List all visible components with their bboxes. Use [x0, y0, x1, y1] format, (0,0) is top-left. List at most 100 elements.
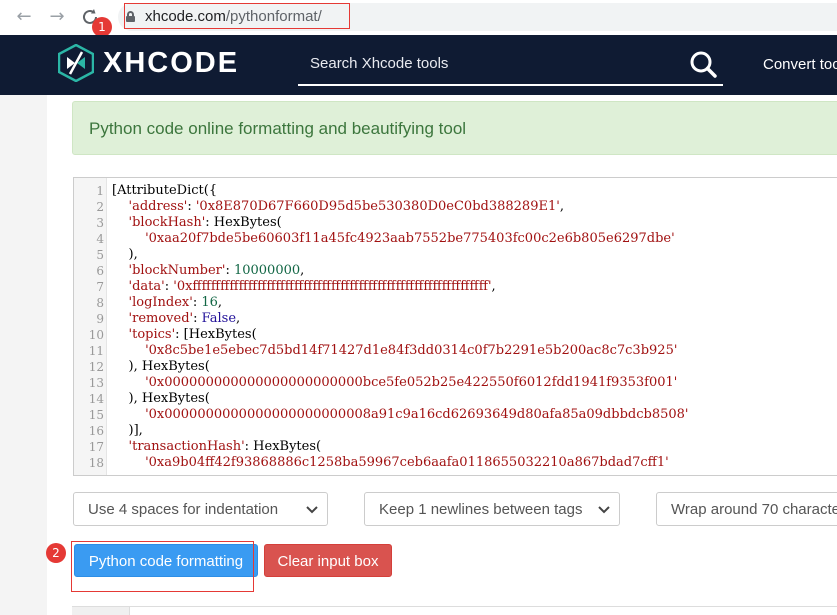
- line-code: '0xa9b04ff42f93868886c1258ba59967ceb6aaf…: [112, 455, 669, 471]
- line-number: 5: [96, 248, 104, 262]
- line-code: )],: [112, 423, 143, 439]
- code-line: 5 ),: [74, 247, 837, 263]
- code-token: ,: [300, 263, 305, 278]
- newlines-select[interactable]: Keep 1 newlines between tags: [364, 492, 620, 526]
- code-token: )],: [112, 423, 143, 438]
- line-code: 'data': '0xfffffffffffffffffffffffffffff…: [112, 279, 496, 295]
- left-margin: [0, 95, 47, 615]
- search-icon[interactable]: [689, 50, 717, 78]
- code-token: ,: [217, 295, 223, 310]
- forward-arrow-icon[interactable]: →: [46, 6, 68, 28]
- code-token: 'blockHash': [128, 215, 206, 230]
- code-token: 16: [201, 295, 218, 310]
- indentation-select-value: Use 4 spaces for indentation: [88, 501, 279, 518]
- line-number: 12: [88, 360, 104, 374]
- code-token: '0x0000000000000000000000008a91c9a16cd62…: [145, 407, 689, 422]
- alert-text: Python code online formatting and beauti…: [89, 119, 467, 138]
- clear-input-button[interactable]: Clear input box: [264, 544, 392, 577]
- code-token: ), HexBytes(: [112, 359, 210, 374]
- line-number: 15: [88, 408, 104, 422]
- code-token: 'data': [128, 279, 165, 294]
- line-code: ),: [112, 247, 138, 263]
- output-panel-tabs: [72, 606, 837, 615]
- code-line: 14 ), HexBytes(: [74, 391, 837, 407]
- xhcode-logo-icon[interactable]: [57, 43, 95, 83]
- code-line: 7 'data': '0xfffffffffffffffffffffffffff…: [74, 279, 837, 295]
- line-code: '0x8c5be1e5ebec7d5bd14f71427d1e84f3dd031…: [112, 343, 677, 359]
- line-number: 6: [96, 264, 104, 278]
- code-line: 2 'address': '0x8E870D67F660D95d5be53038…: [74, 199, 837, 215]
- code-token: '0xfffffffffffffffffffffffffffffffffffff…: [173, 279, 492, 294]
- line-number: 13: [88, 376, 104, 390]
- chevron-down-icon: [598, 506, 610, 514]
- code-line: 17 'transactionHash': HexBytes(: [74, 439, 837, 455]
- code-line: 6 'blockNumber': 10000000,: [74, 263, 837, 279]
- line-number: 1: [96, 184, 104, 198]
- wrap-select[interactable]: Wrap around 70 characte: [656, 492, 837, 526]
- code-token: :: [193, 311, 202, 326]
- output-tab[interactable]: [72, 607, 130, 615]
- code-token: :: [225, 263, 234, 278]
- site-search-box[interactable]: Search Xhcode tools: [298, 44, 723, 86]
- line-number: 10: [88, 328, 104, 342]
- code-line: 10 'topics': [HexBytes(: [74, 327, 837, 343]
- code-line: 12 ), HexBytes(: [74, 359, 837, 375]
- code-line: 8 'logIndex': 16,: [74, 295, 837, 311]
- search-input[interactable]: Search Xhcode tools: [310, 55, 448, 72]
- code-token: :: [164, 279, 174, 294]
- chevron-down-icon: [306, 506, 318, 514]
- code-lines: 1 [AttributeDict({2 'address': '0x8E870D6…: [74, 183, 837, 471]
- line-code: 'logIndex': 16,: [112, 295, 223, 311]
- format-button-highlight-box: [71, 541, 254, 592]
- code-token: '0x000000000000000000000000bce5fe052b25e…: [145, 375, 678, 390]
- code-line: 11 '0x8c5be1e5ebec7d5bd14f71427d1e84f3dd…: [74, 343, 837, 359]
- line-code: 'blockNumber': 10000000,: [112, 263, 305, 279]
- line-code: '0xaa20f7bde5be60603f11a45fc4923aab7552b…: [112, 231, 675, 247]
- code-line: 18 '0xa9b04ff42f93868886c1258ba59967ceb6…: [74, 455, 837, 471]
- code-token: 'removed': [128, 311, 194, 326]
- line-number: 4: [96, 232, 104, 246]
- line-number: 18: [88, 456, 104, 470]
- code-line: 9 'removed': False,: [74, 311, 837, 327]
- code-line: 13 '0x000000000000000000000000bce5fe052b…: [74, 375, 837, 391]
- code-token: ), HexBytes(: [112, 391, 210, 406]
- code-token: '0xaa20f7bde5be60603f11a45fc4923aab7552b…: [145, 231, 675, 246]
- annotation-badge-2: 2: [46, 543, 66, 563]
- line-number: 2: [96, 200, 104, 214]
- page-root: ← → xhcode.com/pythonformat/ 1 XHCODE Se…: [0, 0, 837, 615]
- line-number: 3: [96, 216, 104, 230]
- line-number: 8: [96, 296, 104, 310]
- indentation-select[interactable]: Use 4 spaces for indentation: [73, 492, 328, 526]
- nav-link-convert-tools[interactable]: Convert too: [763, 56, 837, 73]
- line-number: 16: [88, 424, 104, 438]
- code-editor[interactable]: 1 [AttributeDict({2 'address': '0x8E870D6…: [73, 177, 837, 476]
- line-number: 17: [88, 440, 104, 454]
- back-arrow-icon[interactable]: ←: [13, 6, 35, 28]
- site-logo-text[interactable]: XHCODE: [103, 47, 239, 80]
- code-token: ,: [491, 279, 496, 294]
- line-code: 'removed': False,: [112, 311, 241, 327]
- code-line: 16 )],: [74, 423, 837, 439]
- code-token: ,: [236, 311, 241, 326]
- code-token: : [HexBytes(: [175, 327, 257, 342]
- code-line: 4 '0xaa20f7bde5be60603f11a45fc4923aab755…: [74, 231, 837, 247]
- code-token: 10000000: [233, 263, 301, 278]
- code-token: '0xa9b04ff42f93868886c1258ba59967ceb6aaf…: [145, 455, 669, 470]
- code-token: [AttributeDict({: [112, 183, 218, 198]
- wrap-select-value: Wrap around 70 characte: [671, 501, 837, 518]
- browser-toolbar: ← → xhcode.com/pythonformat/ 1: [0, 0, 837, 37]
- code-token: : HexBytes(: [244, 439, 322, 454]
- code-line: 1 [AttributeDict({: [74, 183, 837, 199]
- newlines-select-value: Keep 1 newlines between tags: [379, 501, 583, 518]
- line-code: ), HexBytes(: [112, 359, 210, 375]
